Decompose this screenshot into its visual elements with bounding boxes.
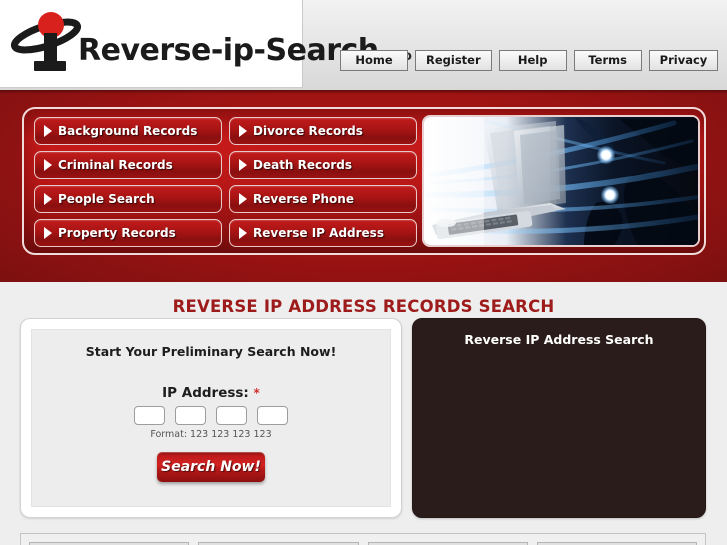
- menu-item-label: People Search: [58, 192, 155, 206]
- side-panel-title: Reverse IP Address Search: [464, 332, 654, 347]
- menu-item-label: Property Records: [58, 226, 176, 240]
- chevron-right-icon: [44, 159, 52, 171]
- menu-item-reverse-phone[interactable]: Reverse Phone: [229, 185, 417, 213]
- menu-item-background-records[interactable]: Background Records: [34, 117, 222, 145]
- nav-help[interactable]: Help: [498, 49, 567, 71]
- ip-address-label-text: IP Address:: [162, 385, 249, 401]
- ip-octet-1[interactable]: [134, 406, 165, 425]
- main-content: Start Your Preliminary Search Now! IP Ad…: [0, 318, 727, 545]
- ip-octet-2[interactable]: [175, 406, 206, 425]
- footer-strip: Search: [20, 533, 706, 545]
- ip-address-inputs: [32, 406, 390, 425]
- nav-terms-label: Terms: [588, 53, 627, 67]
- ip-octet-4[interactable]: [257, 406, 288, 425]
- logo-name: Reverse-ip-Search: [78, 33, 379, 68]
- form-heading: Start Your Preliminary Search Now!: [85, 344, 337, 359]
- nav-privacy[interactable]: Privacy: [648, 49, 719, 71]
- chevron-right-icon: [44, 227, 52, 239]
- laptop-globe-network-image: [422, 115, 700, 247]
- nav-register-label: Register: [426, 53, 481, 67]
- chevron-right-icon: [239, 125, 247, 137]
- hero-banner: Background Records Criminal Records Peop…: [0, 90, 727, 282]
- ip-octet-3[interactable]: [216, 406, 247, 425]
- chevron-right-icon: [239, 227, 247, 239]
- nav-home-label: Home: [355, 53, 393, 67]
- menu-item-people-search[interactable]: People Search: [34, 185, 222, 213]
- search-now-button[interactable]: Search Now!: [157, 452, 265, 482]
- page-root: Reverse-ip-Search.info Home Register Hel…: [0, 0, 727, 545]
- ip-address-label: IP Address: *: [32, 385, 390, 401]
- menu-item-reverse-ip-address[interactable]: Reverse IP Address: [229, 219, 417, 247]
- format-hint: Format: 123 123 123 123: [150, 429, 272, 440]
- nav-help-label: Help: [517, 53, 548, 67]
- required-marker: *: [253, 386, 260, 400]
- menu-item-criminal-records[interactable]: Criminal Records: [34, 151, 222, 179]
- chevron-right-icon: [44, 125, 52, 137]
- menu-item-property-records[interactable]: Property Records: [34, 219, 222, 247]
- nav-terms[interactable]: Terms: [573, 49, 642, 71]
- nav-home[interactable]: Home: [340, 49, 408, 71]
- menu-item-label: Criminal Records: [58, 158, 173, 172]
- menu-item-label: Reverse IP Address: [253, 226, 384, 240]
- logo-plate: Reverse-ip-Search.info: [0, 0, 412, 88]
- menu-item-label: Reverse Phone: [253, 192, 354, 206]
- reverse-ip-side-panel: Reverse IP Address Search: [412, 318, 706, 518]
- chevron-right-icon: [239, 159, 247, 171]
- menu-item-label: Background Records: [58, 124, 198, 138]
- site-logo[interactable]: Reverse-ip-Search.info: [10, 6, 412, 82]
- nav-register[interactable]: Register: [415, 49, 492, 71]
- menu-item-label: Death Records: [253, 158, 353, 172]
- search-form-inner: Start Your Preliminary Search Now! IP Ad…: [31, 329, 391, 507]
- category-menu-right: Divorce Records Death Records Reverse Ph…: [229, 117, 417, 247]
- chevron-right-icon: [44, 193, 52, 205]
- page-title: REVERSE IP ADDRESS RECORDS SEARCH: [172, 297, 555, 316]
- menu-item-label: Divorce Records: [253, 124, 363, 138]
- nav-privacy-label: Privacy: [659, 53, 708, 67]
- search-now-button-label: Search Now!: [161, 459, 261, 475]
- menu-item-death-records[interactable]: Death Records: [229, 151, 417, 179]
- category-menu-left: Background Records Criminal Records Peop…: [34, 117, 222, 247]
- orbit-person-icon: [10, 6, 88, 78]
- chevron-right-icon: [239, 193, 247, 205]
- main-navigation: Home Register Help Terms Privacy: [340, 44, 720, 76]
- search-form-panel: Start Your Preliminary Search Now! IP Ad…: [20, 318, 402, 518]
- site-header: Reverse-ip-Search.info Home Register Hel…: [0, 0, 727, 90]
- menu-item-divorce-records[interactable]: Divorce Records: [229, 117, 417, 145]
- hero-banner-frame: Background Records Criminal Records Peop…: [22, 107, 706, 255]
